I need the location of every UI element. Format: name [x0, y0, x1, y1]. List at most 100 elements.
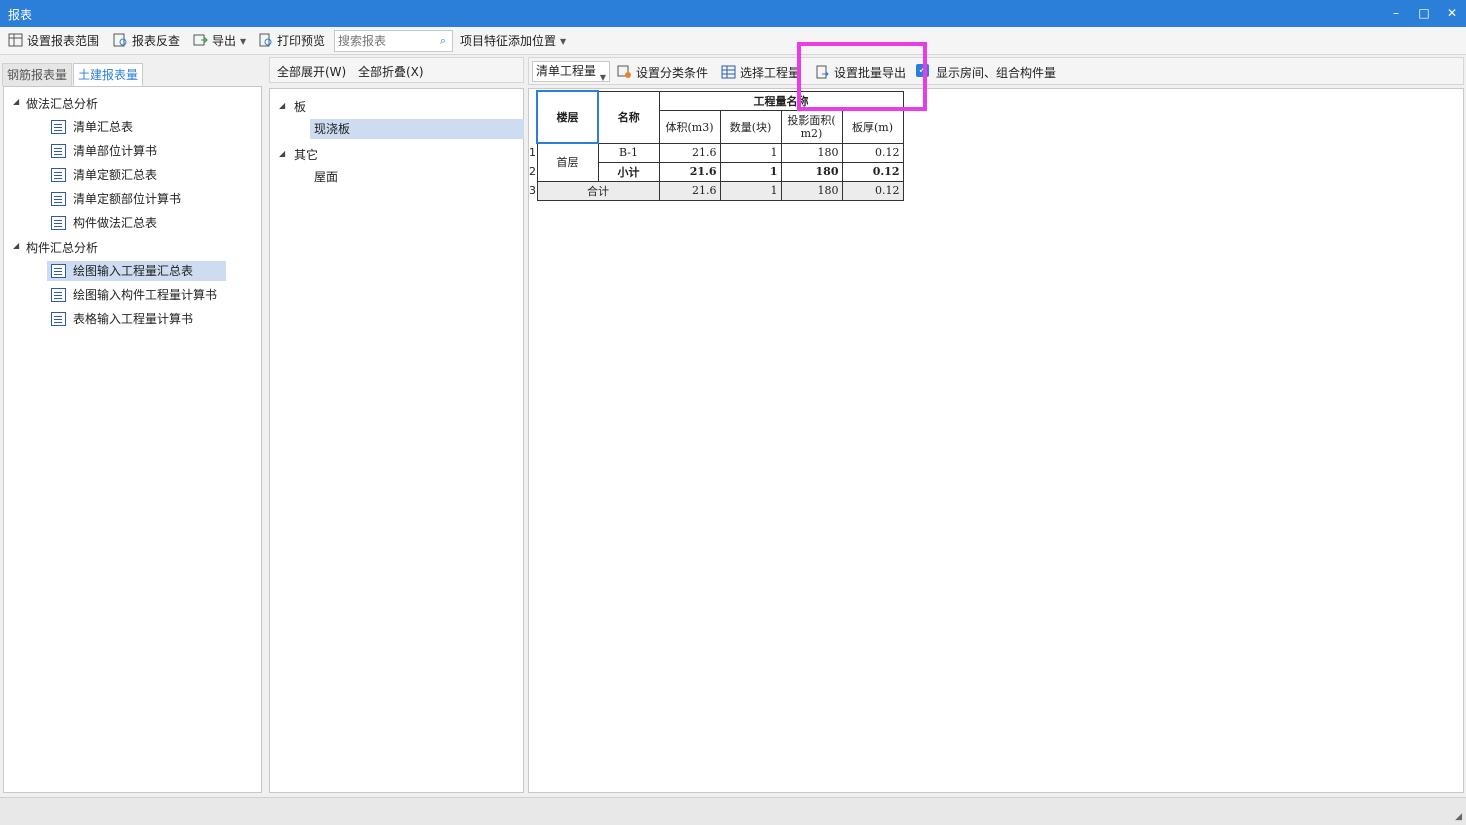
batch-export-button[interactable]: 设置批量导出	[815, 64, 906, 81]
select-quantity-label: 选择工程量	[740, 66, 801, 80]
tree-item-component-method[interactable]: 构件做法汇总表	[47, 213, 165, 233]
cell-volume[interactable]: 21.6	[658, 142, 721, 163]
set-category-button[interactable]: 设置分类条件	[617, 64, 708, 81]
tree-item-table-input-calc[interactable]: 表格输入工程量计算书	[47, 309, 201, 329]
cell-thickness[interactable]: 0.12	[841, 161, 904, 182]
expand-arrow-icon[interactable]: ◢	[279, 101, 285, 110]
print-preview-icon	[259, 33, 272, 47]
tree-node-other[interactable]: 其它	[294, 146, 318, 163]
close-button[interactable]: ✕	[1442, 4, 1462, 22]
report-doc-icon	[51, 288, 66, 302]
expand-arrow-icon[interactable]: ◢	[13, 97, 19, 106]
export-icon	[193, 34, 208, 46]
search-input[interactable]	[335, 31, 430, 51]
header-thickness[interactable]: 板厚(m)	[841, 109, 904, 144]
collapse-all-button[interactable]: 全部折叠(X)	[358, 63, 424, 80]
chevron-down-icon: ▼	[560, 37, 567, 46]
cell-count[interactable]: 1	[719, 180, 782, 201]
cell-subtotal-label[interactable]: 小计	[597, 161, 660, 182]
quantity-type-select[interactable]: 清单工程量 ▼	[532, 61, 610, 82]
classification-tree-panel: ◢ 板 现浇板 ◢ 其它 屋面	[269, 88, 524, 793]
search-icon[interactable]: ⌕	[440, 34, 446, 48]
filter-settings-icon	[617, 65, 631, 78]
cell-floor[interactable]: 首层	[536, 142, 599, 182]
row-number: 2	[529, 165, 536, 178]
report-doc-icon	[51, 312, 66, 326]
tree-item-label: 绘图输入构件工程量计算书	[73, 288, 218, 302]
tree-group-component-summary[interactable]: 构件汇总分析	[26, 239, 98, 256]
chevron-down-icon: ▼	[599, 73, 606, 82]
table-row-total: 合计 21.6 1 180 0.12	[536, 180, 904, 201]
cell-area[interactable]: 180	[780, 142, 843, 163]
cell-thickness[interactable]: 0.12	[841, 142, 904, 163]
main-toolbar: 设置报表范围 报表反查 导出 ▼ 打印预览 项目特征添加位置 ▼	[0, 27, 1466, 55]
resize-grip-icon[interactable]: ◢	[1455, 812, 1462, 822]
header-floor[interactable]: 楼层	[536, 90, 599, 144]
batch-export-label: 设置批量导出	[834, 66, 907, 80]
batch-export-icon	[816, 65, 829, 79]
tree-node-slab[interactable]: 板	[294, 98, 306, 115]
tree-node-roof[interactable]: 屋面	[310, 167, 524, 187]
tab-civil-report[interactable]: 土建报表量	[73, 63, 144, 86]
cell-area[interactable]: 180	[780, 161, 843, 182]
cell-count[interactable]: 1	[719, 161, 782, 182]
show-rooms-label: 显示房间、组合构件量	[936, 66, 1057, 80]
set-report-range-button[interactable]: 设置报表范围	[8, 32, 99, 50]
header-area[interactable]: 投影面积(m2)	[780, 109, 843, 144]
report-toolbar: 清单工程量 ▼ 设置分类条件 选择工程量 设置批量导出 ✓ 显示房间、组合构件量	[528, 57, 1464, 85]
show-rooms-checkbox[interactable]: ✓	[916, 64, 929, 77]
cell-area[interactable]: 180	[780, 180, 843, 201]
chevron-down-icon: ▼	[240, 37, 247, 46]
tree-item-label: 构件做法汇总表	[73, 216, 158, 230]
report-doc-icon	[51, 168, 66, 182]
tree-item-bill-quota-summary[interactable]: 清单定额汇总表	[47, 165, 165, 185]
report-search-box: ⌕	[334, 30, 453, 52]
report-reverse-button[interactable]: 报表反查	[113, 32, 180, 50]
header-quantity-name[interactable]: 工程量名称	[658, 90, 904, 111]
quantity-type-value: 清单工程量	[536, 64, 597, 78]
tree-item-label: 清单汇总表	[73, 120, 134, 134]
title-bar: 报表 – □ ✕	[0, 0, 1466, 27]
tab-rebar-report[interactable]: 钢筋报表量	[2, 63, 73, 86]
window-title: 报表	[8, 8, 33, 22]
report-tabs: 钢筋报表量 土建报表量	[0, 60, 262, 86]
table-settings-icon	[8, 33, 23, 47]
tree-node-cast-slab[interactable]: 现浇板	[310, 119, 524, 139]
tree-item-bill-location[interactable]: 清单部位计算书	[47, 141, 165, 161]
tree-item-label: 清单定额部位计算书	[73, 192, 182, 206]
expand-arrow-icon[interactable]: ◢	[279, 149, 285, 158]
export-label: 导出	[212, 34, 237, 48]
cell-name[interactable]: B-1	[597, 142, 660, 163]
print-preview-label: 打印预览	[277, 34, 326, 48]
tree-item-drawing-quantity-summary[interactable]: 绘图输入工程量汇总表	[47, 261, 226, 281]
header-area-line1: 投影面积(	[787, 113, 836, 127]
tree-group-method-summary[interactable]: 做法汇总分析	[26, 95, 98, 112]
set-report-range-label: 设置报表范围	[27, 34, 100, 48]
header-name[interactable]: 名称	[597, 90, 660, 144]
report-doc-icon	[51, 120, 66, 134]
cell-thickness[interactable]: 0.12	[841, 180, 904, 201]
tree-item-drawing-component-calc[interactable]: 绘图输入构件工程量计算书	[47, 285, 225, 305]
select-quantity-button[interactable]: 选择工程量	[721, 64, 800, 81]
cell-count[interactable]: 1	[719, 142, 782, 163]
header-count[interactable]: 数量(块)	[719, 109, 782, 144]
print-preview-button[interactable]: 打印预览	[258, 32, 325, 50]
minimize-button[interactable]: –	[1386, 4, 1406, 22]
grid-select-icon	[721, 65, 736, 79]
export-dropdown[interactable]: 导出 ▼	[193, 32, 246, 50]
expand-all-button[interactable]: 全部展开(W)	[277, 63, 346, 80]
tree-item-label: 清单定额汇总表	[73, 168, 158, 182]
maximize-button[interactable]: □	[1414, 4, 1434, 22]
cell-volume[interactable]: 21.6	[658, 180, 721, 201]
tree-item-label: 表格输入工程量计算书	[73, 312, 194, 326]
tree-item-bill-quota-location[interactable]: 清单定额部位计算书	[47, 189, 189, 209]
tree-item-bill-summary[interactable]: 清单汇总表	[47, 117, 141, 137]
header-volume[interactable]: 体积(m3)	[658, 109, 721, 144]
cell-total-label[interactable]: 合计	[536, 180, 660, 201]
feature-position-label: 项目特征添加位置	[460, 34, 557, 48]
header-area-line2: m2)	[800, 126, 823, 140]
expand-arrow-icon[interactable]: ◢	[13, 241, 19, 250]
feature-position-dropdown[interactable]: 项目特征添加位置 ▼	[460, 32, 566, 50]
quantity-report-table: 楼层 名称 工程量名称 体积(m3) 数量(块) 投影面积(m2) 板厚(m) …	[536, 90, 904, 201]
cell-volume[interactable]: 21.6	[658, 161, 721, 182]
